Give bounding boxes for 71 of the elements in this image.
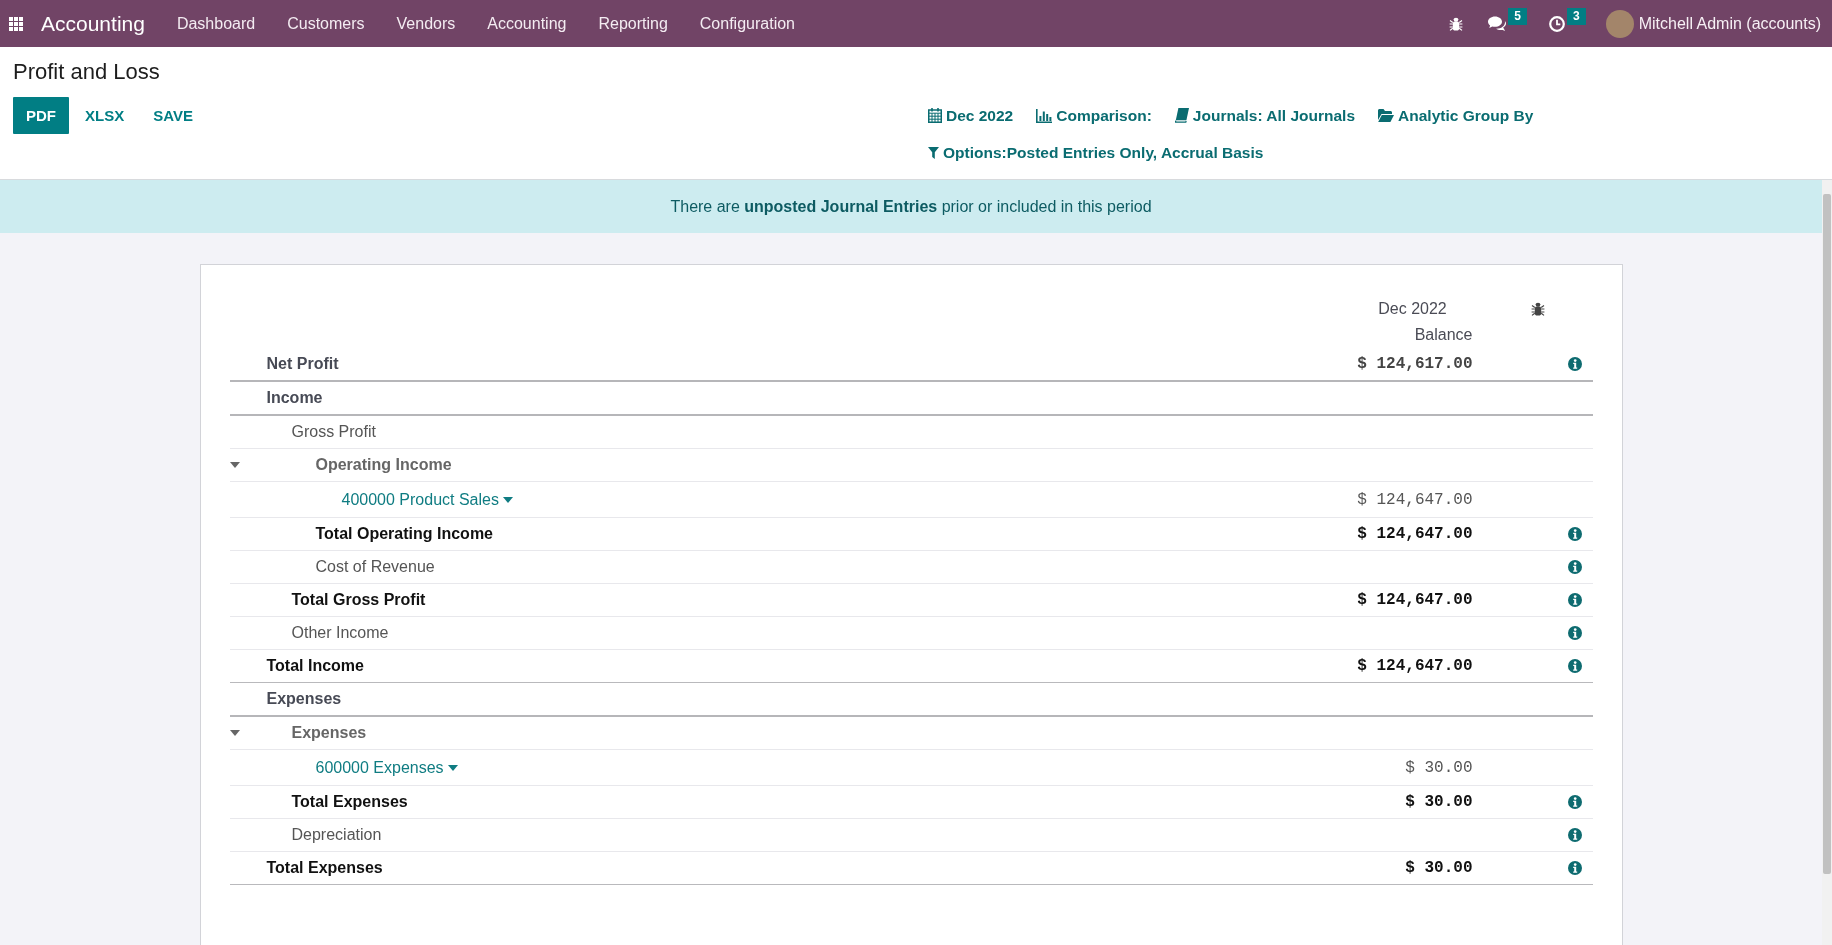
- info-icon[interactable]: [1567, 593, 1582, 607]
- chat-icon[interactable]: [1488, 16, 1507, 31]
- caret-icon[interactable]: [502, 496, 513, 503]
- caret-icon[interactable]: [229, 730, 240, 736]
- nav-menu-item[interactable]: Dashboard: [160, 0, 272, 47]
- line-label: Gross Profit: [291, 423, 376, 441]
- line-label[interactable]: Expenses: [291, 724, 367, 742]
- nav-menu-item[interactable]: Configuration: [683, 0, 811, 47]
- alert-message: There are unposted Journal Entries prior or included in this period: [670, 197, 1152, 216]
- bug-icon[interactable]: [1449, 16, 1464, 31]
- line-label: Total Gross Profit: [291, 591, 426, 609]
- line-label: Depreciation: [291, 826, 382, 844]
- amount: $ 124,647.00: [1357, 657, 1473, 675]
- app-name[interactable]: Accounting: [41, 11, 161, 36]
- journals-filter[interactable]: Journals: All Journals: [1174, 97, 1356, 134]
- count-badge: 5: [1508, 8, 1527, 25]
- page-title: Profit and Loss: [13, 58, 161, 86]
- amount: $ 124,647.00: [1357, 591, 1473, 609]
- column-header: Balance: [1414, 326, 1473, 343]
- funnel-icon: [928, 146, 939, 159]
- calendar-icon: [928, 108, 942, 123]
- options-filter[interactable]: Options:Posted Entries Only, Accrual Basis: [928, 134, 1264, 171]
- line-label: Cost of Revenue: [315, 558, 435, 576]
- amount: $ 30.00: [1405, 793, 1473, 811]
- info-icon[interactable]: [1567, 795, 1582, 809]
- action-button[interactable]: PDF: [13, 97, 69, 134]
- scrollbar[interactable]: [1822, 180, 1832, 945]
- amount: $ 30.00: [1405, 758, 1473, 777]
- line-label: Other Income: [291, 624, 389, 642]
- line-label: Total Operating Income: [315, 525, 493, 543]
- line-label: Income: [266, 389, 323, 407]
- scrollbar-thumb[interactable]: [1823, 194, 1831, 874]
- amount: $ 124,617.00: [1357, 355, 1473, 373]
- amount: $ 124,647.00: [1357, 525, 1473, 543]
- comparison-filter[interactable]: Comparison:: [1036, 97, 1152, 134]
- nav-menu-item[interactable]: Customers: [271, 0, 381, 47]
- line-label: Total Expenses: [291, 793, 408, 811]
- book-icon: [1174, 108, 1189, 123]
- bug-icon[interactable]: [1530, 302, 1545, 316]
- info-icon[interactable]: [1567, 861, 1582, 875]
- nav-menu-item[interactable]: Vendors: [380, 0, 472, 47]
- period-header: Dec 2022: [1378, 300, 1447, 317]
- action-button[interactable]: SAVE: [140, 97, 206, 134]
- info-icon[interactable]: [1567, 560, 1582, 574]
- account-link[interactable]: 400000 Product Sales: [341, 490, 513, 509]
- amount: $ 124,647.00: [1357, 490, 1473, 509]
- action-button[interactable]: XLSX: [72, 97, 138, 134]
- line-label: Total Income: [266, 657, 364, 675]
- analytic-filter[interactable]: Analytic Group By: [1378, 97, 1534, 134]
- caret-icon[interactable]: [229, 462, 240, 468]
- info-icon[interactable]: [1567, 828, 1582, 842]
- line-label: Expenses: [266, 690, 342, 708]
- account-link[interactable]: 600000 Expenses: [315, 758, 458, 777]
- nav-menu-item[interactable]: Accounting: [471, 0, 583, 47]
- line-label: Total Expenses: [266, 859, 383, 877]
- bar-chart-icon: [1036, 108, 1053, 123]
- date-filter[interactable]: Dec 2022: [928, 97, 1014, 134]
- line-label[interactable]: Operating Income: [315, 456, 452, 474]
- caret-icon[interactable]: [447, 764, 458, 771]
- line-label: Net Profit: [266, 355, 339, 373]
- info-icon[interactable]: [1567, 357, 1582, 371]
- clock-icon[interactable]: [1549, 15, 1565, 32]
- folder-icon: [1378, 109, 1395, 122]
- nav-menu-item[interactable]: Reporting: [582, 0, 684, 47]
- info-icon[interactable]: [1567, 626, 1582, 640]
- count-badge: 3: [1567, 8, 1586, 25]
- user-menu[interactable]: Mitchell Admin (accounts): [1638, 14, 1832, 33]
- amount: $ 30.00: [1405, 859, 1473, 877]
- info-icon[interactable]: [1567, 527, 1582, 541]
- grid-menu-icon[interactable]: [9, 16, 23, 31]
- info-icon[interactable]: [1567, 659, 1582, 673]
